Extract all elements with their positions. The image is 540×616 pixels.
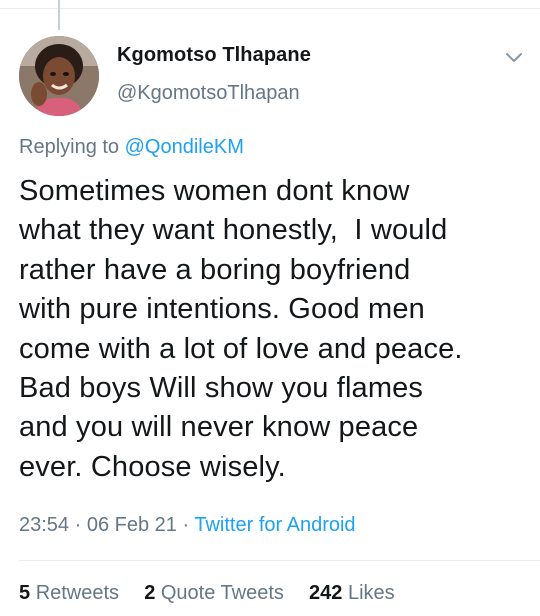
tweet-line: and you will never know peace — [19, 411, 419, 444]
meta-separator: · — [182, 514, 190, 536]
retweets-count: 5 — [19, 582, 31, 604]
retweets-stat[interactable]: 5 Retweets — [19, 582, 125, 604]
replying-to: Replying to @QondileKM — [19, 136, 244, 159]
likes-stat[interactable]: 242 Likes — [309, 582, 395, 604]
replying-to-label: Replying to — [19, 136, 120, 158]
reply-mention-link[interactable]: @QondileKM — [125, 136, 244, 158]
stats-divider — [19, 560, 540, 561]
quote-tweets-count: 2 — [144, 582, 156, 604]
quote-tweets-label: Quote Tweets — [160, 582, 284, 604]
tweet-text: Sometimes women dont know what they want… — [19, 172, 529, 487]
avatar[interactable] — [19, 36, 99, 116]
author-name[interactable]: Kgomotso Tlhapane — [117, 44, 311, 67]
tweet-line: with pure intentions. Good men — [19, 293, 425, 326]
retweets-label: Retweets — [35, 582, 120, 604]
engagement-stats: 5 Retweets 2 Quote Tweets 242 Likes — [19, 582, 395, 605]
likes-count: 242 — [309, 582, 343, 604]
tweet-line: come with a lot of love and peace. — [19, 332, 463, 365]
tweet-line: ever. Choose wisely. — [19, 450, 286, 483]
author-handle[interactable]: @KgomotsoTlhapan — [117, 82, 300, 105]
tweet-line: what they want honestly, I would — [19, 214, 448, 247]
top-divider — [0, 8, 540, 9]
tweet-line: Bad boys Will show you flames — [19, 372, 424, 405]
chevron-down-icon[interactable] — [503, 48, 525, 66]
tweet-line: rather have a boring boyfriend — [19, 253, 411, 286]
avatar-image — [19, 36, 99, 116]
tweet-source-link[interactable]: Twitter for Android — [194, 514, 355, 536]
thread-connector-line — [58, 0, 60, 30]
quote-tweets-stat[interactable]: 2 Quote Tweets — [144, 582, 289, 604]
tweet-meta: 23:54 · 06 Feb 21 · Twitter for Android — [19, 514, 356, 537]
likes-label: Likes — [347, 582, 395, 604]
meta-separator: · — [74, 514, 82, 536]
tweet-line: Sometimes women dont know — [19, 175, 410, 207]
tweet-date: 06 Feb 21 — [86, 514, 177, 536]
tweet-time: 23:54 — [19, 514, 70, 536]
